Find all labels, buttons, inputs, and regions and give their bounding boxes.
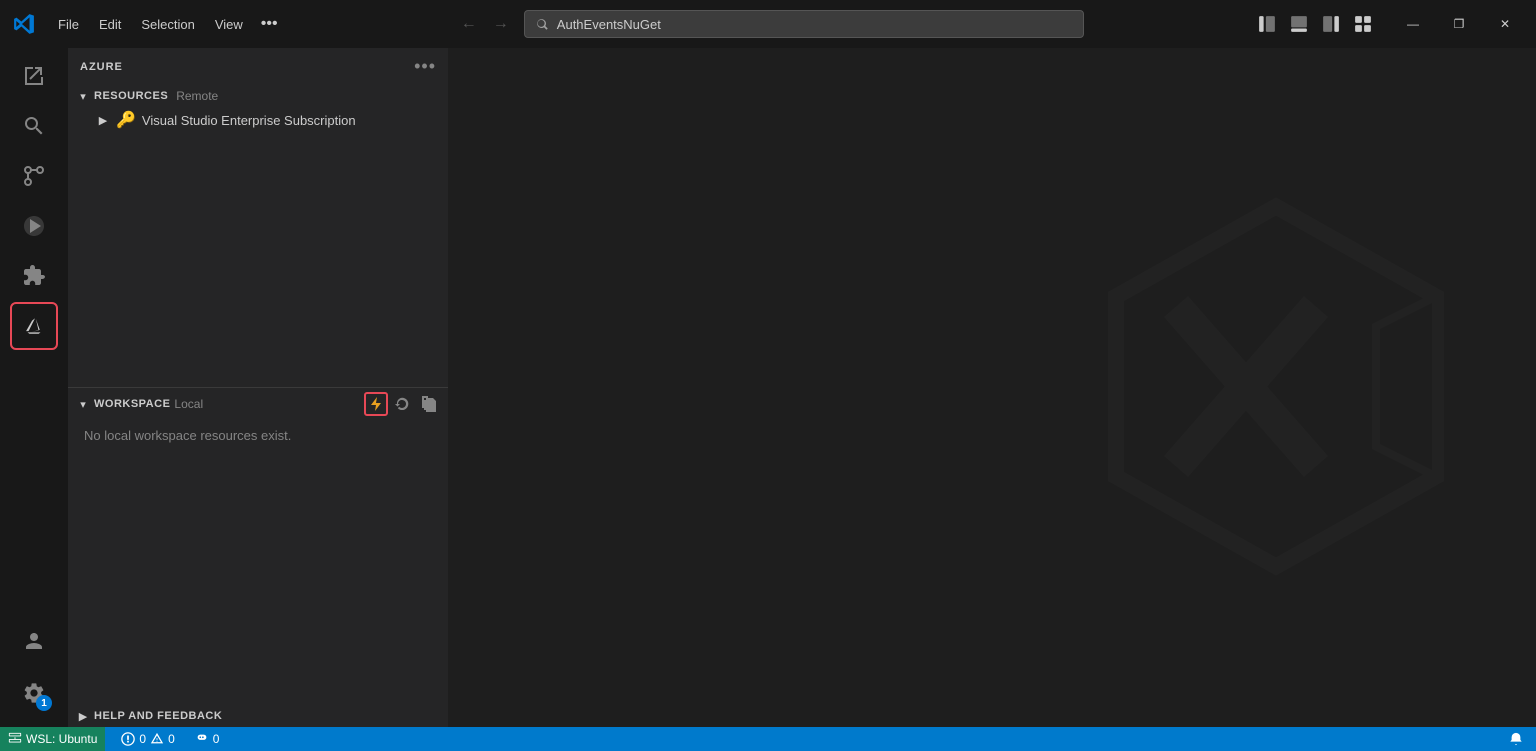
editor-area	[448, 48, 1536, 727]
help-chevron: ▶	[76, 709, 90, 723]
subscription-name: Visual Studio Enterprise Subscription	[142, 113, 356, 128]
ports-count: 0	[213, 732, 220, 746]
minimize-button[interactable]: —	[1390, 8, 1436, 40]
azure-title: AZURE	[80, 61, 123, 73]
workspace-section: ▾ WORKSPACE Local No local workspac	[68, 388, 448, 451]
workspace-label: WORKSPACE	[94, 398, 170, 410]
command-palette[interactable]: AuthEventsNuGet	[524, 10, 1084, 38]
window-controls: — ❐ ✕	[1390, 8, 1528, 40]
edit-menu[interactable]: Edit	[89, 13, 131, 36]
customize-layout[interactable]	[1348, 9, 1378, 39]
search-icon	[535, 17, 549, 31]
file-menu[interactable]: File	[48, 13, 89, 36]
error-count: 0	[139, 732, 146, 746]
sidebar-item-explorer[interactable]	[10, 52, 58, 100]
workspace-actions	[364, 392, 440, 416]
settings-badge: 1	[36, 695, 52, 711]
workspace-chevron: ▾	[76, 397, 90, 411]
subscription-row[interactable]: ▶ 🔑 Visual Studio Enterprise Subscriptio…	[68, 107, 448, 133]
sidebar-item-run-debug[interactable]	[10, 202, 58, 250]
status-left: WSL: Ubuntu 0 0 0	[8, 727, 223, 751]
workspace-empty-message: No local workspace resources exist.	[68, 420, 448, 451]
toggle-primary-sidebar[interactable]	[1252, 9, 1282, 39]
activity-bar: 1	[0, 48, 68, 727]
title-menu: File Edit Selection View •••	[48, 11, 286, 37]
vscode-watermark	[1076, 186, 1476, 589]
subscription-chevron: ▶	[96, 113, 110, 127]
status-bar: WSL: Ubuntu 0 0 0	[0, 727, 1536, 751]
close-button[interactable]: ✕	[1482, 8, 1528, 40]
sidebar-panel: AZURE ••• ▾ RESOURCES Remote ▶ 🔑 Visual …	[68, 48, 448, 727]
resources-label: RESOURCES	[94, 90, 168, 102]
sidebar-item-source-control[interactable]	[10, 152, 58, 200]
status-remote[interactable]: WSL: Ubuntu	[0, 727, 105, 751]
title-layout-actions	[1252, 9, 1378, 39]
status-right	[1504, 727, 1528, 751]
workspace-sublabel: Local	[174, 397, 203, 411]
workspace-refresh-button[interactable]	[390, 392, 414, 416]
restore-button[interactable]: ❐	[1436, 8, 1482, 40]
workspace-lightning-button[interactable]	[364, 392, 388, 416]
selection-menu[interactable]: Selection	[131, 13, 204, 36]
sidebar-item-extensions[interactable]	[10, 252, 58, 300]
error-icon	[121, 732, 135, 746]
workspace-left: ▾ WORKSPACE Local	[76, 397, 364, 411]
sidebar-item-settings[interactable]: 1	[10, 669, 58, 717]
remote-label: WSL: Ubuntu	[26, 732, 97, 746]
resources-chevron: ▾	[76, 89, 90, 103]
toggle-secondary-sidebar[interactable]	[1316, 9, 1346, 39]
warning-icon	[150, 732, 164, 746]
resources-header[interactable]: ▾ RESOURCES Remote	[68, 85, 448, 107]
status-errors[interactable]: 0 0	[117, 727, 178, 751]
main-area: 1 AZURE ••• ▾ RESOURCES Remote ▶ 🔑 Visua…	[0, 48, 1536, 727]
sidebar-item-azure[interactable]	[10, 302, 58, 350]
toggle-panel[interactable]	[1284, 9, 1314, 39]
vscode-logo	[8, 8, 40, 40]
bell-button[interactable]	[1504, 727, 1528, 751]
azure-more-button[interactable]: •••	[414, 56, 436, 77]
help-label: HELP AND FEEDBACK	[94, 710, 222, 722]
sidebar-item-search[interactable]	[10, 102, 58, 150]
warning-count: 0	[168, 732, 175, 746]
key-icon: 🔑	[116, 110, 136, 130]
more-menus[interactable]: •••	[253, 11, 286, 37]
ports-icon	[195, 732, 209, 746]
title-search-area: ← → AuthEventsNuGet	[290, 9, 1248, 39]
sidebar-item-account[interactable]	[10, 617, 58, 665]
workspace-copy-button[interactable]	[416, 392, 440, 416]
view-menu[interactable]: View	[205, 13, 253, 36]
activity-bar-bottom: 1	[10, 617, 58, 727]
back-button[interactable]: ←	[454, 9, 484, 39]
resources-sublabel: Remote	[176, 89, 218, 103]
azure-section-header: AZURE •••	[68, 48, 448, 85]
search-text: AuthEventsNuGet	[557, 17, 661, 32]
title-bar: File Edit Selection View ••• ← → AuthEve…	[0, 0, 1536, 48]
remote-icon	[8, 732, 22, 746]
forward-button[interactable]: →	[486, 9, 516, 39]
status-ports[interactable]: 0	[191, 727, 224, 751]
help-feedback-header[interactable]: ▶ HELP AND FEEDBACK	[68, 705, 448, 727]
workspace-header[interactable]: ▾ WORKSPACE Local	[68, 388, 448, 420]
